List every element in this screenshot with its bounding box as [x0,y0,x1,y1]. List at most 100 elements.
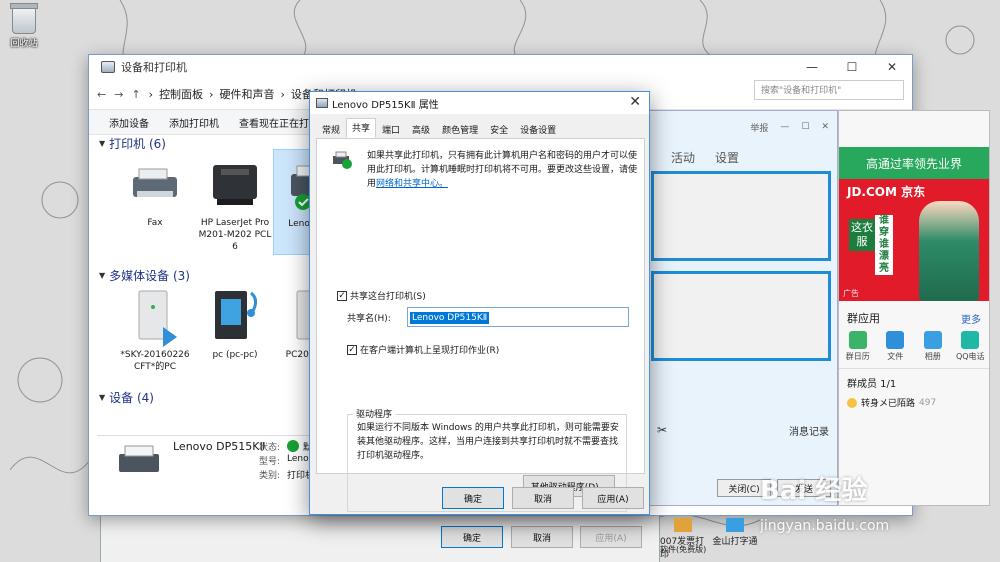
media-server-icon [127,287,183,347]
device-sky-pc[interactable]: *SKY-20160226 CFT*的PC [115,287,195,373]
report-link[interactable]: 举报 [750,121,768,134]
members-title: 群成员 1/1 [847,379,897,390]
apply-button[interactable]: 应用(A) [582,487,644,509]
printer-icon [316,98,328,108]
network-sharing-center-link[interactable]: 网络和共享中心。 [376,179,448,189]
shared-printer-icon [333,151,352,169]
calendar-icon [848,331,867,349]
breadcrumb-control-panel[interactable]: 控制面板 [159,86,203,102]
device-label: pc (pc-pc) [212,350,258,360]
recycle-bin[interactable]: 回收站 [6,3,42,49]
cancel-button[interactable]: 取消 [512,487,574,509]
tab-general[interactable]: 常规 [316,120,346,138]
group-apps: 群日历 文件 相册 QQ电话 [839,329,989,368]
maximize-button[interactable]: ☐ [832,55,872,79]
forward-arrow-icon[interactable]: → [114,88,123,101]
ok-button[interactable]: 确定 [442,487,504,509]
more-link[interactable]: 更多 [961,311,981,326]
app-album[interactable]: 相册 [916,331,950,362]
tab-activity[interactable]: 活动 [671,149,695,166]
sharing-info-text: 如果共享此打印机，只有拥有此计算机用户名和密码的用户才可以使用此打印机。计算机睡… [367,149,637,191]
up-arrow-icon[interactable]: ↑ [131,88,140,101]
chat-image-thumbnail[interactable] [651,271,831,361]
control-panel-icon [101,61,115,73]
minimize-icon[interactable]: — [780,122,789,132]
share-printer-label: 共享这台打印机(S) [350,292,426,302]
share-name-input[interactable]: Lenovo DP515KⅡ [407,307,629,327]
chat-tools: ✂ [657,423,667,437]
add-device-button[interactable]: 添加设备 [109,115,149,130]
shortcut-typing[interactable]: 金山打字通 [712,518,758,560]
jd-ad[interactable]: JD.COM 京东 这衣服 谁穿谁漂亮 广告 [839,179,989,301]
dialog-close-icon[interactable]: ✕ [629,94,641,110]
tab-ports[interactable]: 端口 [376,120,406,138]
ghost-cancel-button[interactable]: 取消 [511,526,573,548]
group-devices-label: 设备 (4) [109,391,154,405]
tab-advanced[interactable]: 高级 [406,120,436,138]
ad-banner[interactable]: 高通过率领先业界 [839,147,989,179]
printer-icon [119,445,159,472]
group-devices-header[interactable]: ▼ 设备 (4) [99,389,154,406]
chevron-down-icon: ▼ [99,271,106,280]
dialog-tabs: 常规 共享 端口 高级 颜色管理 安全 设备设置 [316,118,562,138]
ad-slogan: 这衣服 [849,219,875,251]
close-button[interactable]: ✕ [872,55,912,79]
message-history-button[interactable]: 消息记录 [789,423,829,438]
app-icon [726,518,744,532]
folder-icon [886,331,905,349]
scissors-icon[interactable]: ✂ [657,423,667,437]
chevron-down-icon: ▼ [99,139,106,148]
member-name: 转身メ已陌路 [861,399,916,409]
group-printers-header[interactable]: ▼ 打印机 (6) [99,135,166,152]
explorer-title: 设备和打印机 [121,61,187,74]
shortcut-label: 金山打字通 [712,537,758,547]
phone-icon [961,331,980,349]
chat-image-thumbnail[interactable] [651,171,831,261]
app-label: 相册 [924,352,941,361]
device-label: HP LaserJet Pro M201-M202 PCL 6 [198,218,272,252]
device-hp-laserjet[interactable]: HP LaserJet Pro M201-M202 PCL 6 [195,155,275,253]
sharing-panel: 如果共享此打印机，只有拥有此计算机用户名和密码的用户才可以使用此打印机。计算机睡… [316,138,645,512]
tab-color-management[interactable]: 颜色管理 [436,120,484,138]
device-fax[interactable]: Fax [115,155,195,229]
qq-chat-topbar: 举报 — ☐ ✕ [621,111,837,143]
minimize-button[interactable]: — [792,55,832,79]
close-icon[interactable]: ✕ [821,122,829,132]
baidu-watermark-url: jingyan.baidu.com [760,518,890,534]
breadcrumb-hardware-sound[interactable]: 硬件和声音 [219,86,274,102]
maximize-icon[interactable]: ☐ [801,122,809,132]
app-calendar[interactable]: 群日历 [841,331,875,362]
tab-security[interactable]: 安全 [484,120,514,138]
qq-chat-window: 举报 — ☐ ✕ 活动 设置 ✂ 消息记录 关闭(C) 发送 [620,110,838,506]
window-controls: — ☐ ✕ [792,55,912,79]
dialog-titlebar[interactable]: Lenovo DP515KⅡ 属性 [310,92,649,114]
group-multimedia-header[interactable]: ▼ 多媒体设备 (3) [99,267,190,284]
avatar [847,397,857,408]
tab-device-settings[interactable]: 设备设置 [514,120,562,138]
app-files[interactable]: 文件 [878,331,912,362]
ad-model-image [919,201,979,301]
render-jobs-checkbox[interactable]: ✓ 在客户端计算机上呈现打印作业(R) [347,343,499,356]
fax-icon [127,155,183,211]
member-suffix: 497 [919,397,937,408]
member-row[interactable]: 转身メ已陌路 497 [847,396,981,409]
tab-sharing[interactable]: 共享 [346,118,377,138]
recycle-bin-label: 回收站 [10,39,38,49]
search-input[interactable]: 搜索"设备和打印机" [754,80,904,100]
app-label: QQ电话 [955,352,985,361]
ghost-apply-button: 应用(A) [580,526,642,548]
ghost-ok-button[interactable]: 确定 [441,526,503,548]
breadcrumb-separator-icon: › [280,87,285,101]
checkbox-checked-icon: ✓ [347,344,357,355]
share-printer-checkbox[interactable]: ✓ 共享这台打印机(S) [337,289,426,302]
printer-properties-dialog: Lenovo DP515KⅡ 属性 ✕ 常规 共享 端口 高级 颜色管理 安全 … [309,91,650,515]
add-printer-button[interactable]: 添加打印机 [169,115,219,130]
explorer-titlebar[interactable]: 设备和打印机 [89,55,912,79]
tab-settings[interactable]: 设置 [715,149,739,166]
back-arrow-icon[interactable]: ← [97,88,106,101]
check-icon [287,440,299,452]
share-name-label: 共享名(H): [347,314,391,324]
app-qq-phone[interactable]: QQ电话 [953,331,987,362]
view-printing-button[interactable]: 查看现在正在打印 [239,115,319,130]
device-pc-pc[interactable]: pc (pc-pc) [195,287,275,361]
